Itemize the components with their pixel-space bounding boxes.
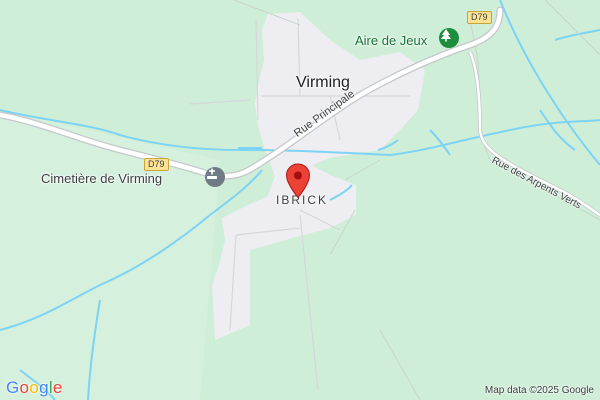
route-shield: D79 xyxy=(144,158,169,171)
map-attribution[interactable]: Map data ©2025 Google xyxy=(485,385,594,396)
land-area xyxy=(0,110,220,400)
tree-icon[interactable] xyxy=(439,28,459,48)
google-logo-letter: g xyxy=(39,378,49,397)
poi-label-cemetery[interactable]: Cimetière de Virming xyxy=(41,171,162,186)
cemetery-icon[interactable] xyxy=(205,167,225,187)
google-logo: Google xyxy=(6,378,63,398)
poi-label-park[interactable]: Aire de Jeux xyxy=(355,33,427,48)
google-logo-letter: e xyxy=(52,378,63,397)
google-logo-letter: G xyxy=(6,378,20,397)
google-logo-letter: o xyxy=(29,378,40,397)
google-logo-letter: o xyxy=(19,378,30,397)
location-pin-icon[interactable] xyxy=(285,163,311,199)
town-label[interactable]: Virming xyxy=(296,74,350,92)
route-shield: D79 xyxy=(467,11,492,24)
map-canvas[interactable]: D79 D79 Rue Principale Rue des Arpents V… xyxy=(0,0,600,400)
